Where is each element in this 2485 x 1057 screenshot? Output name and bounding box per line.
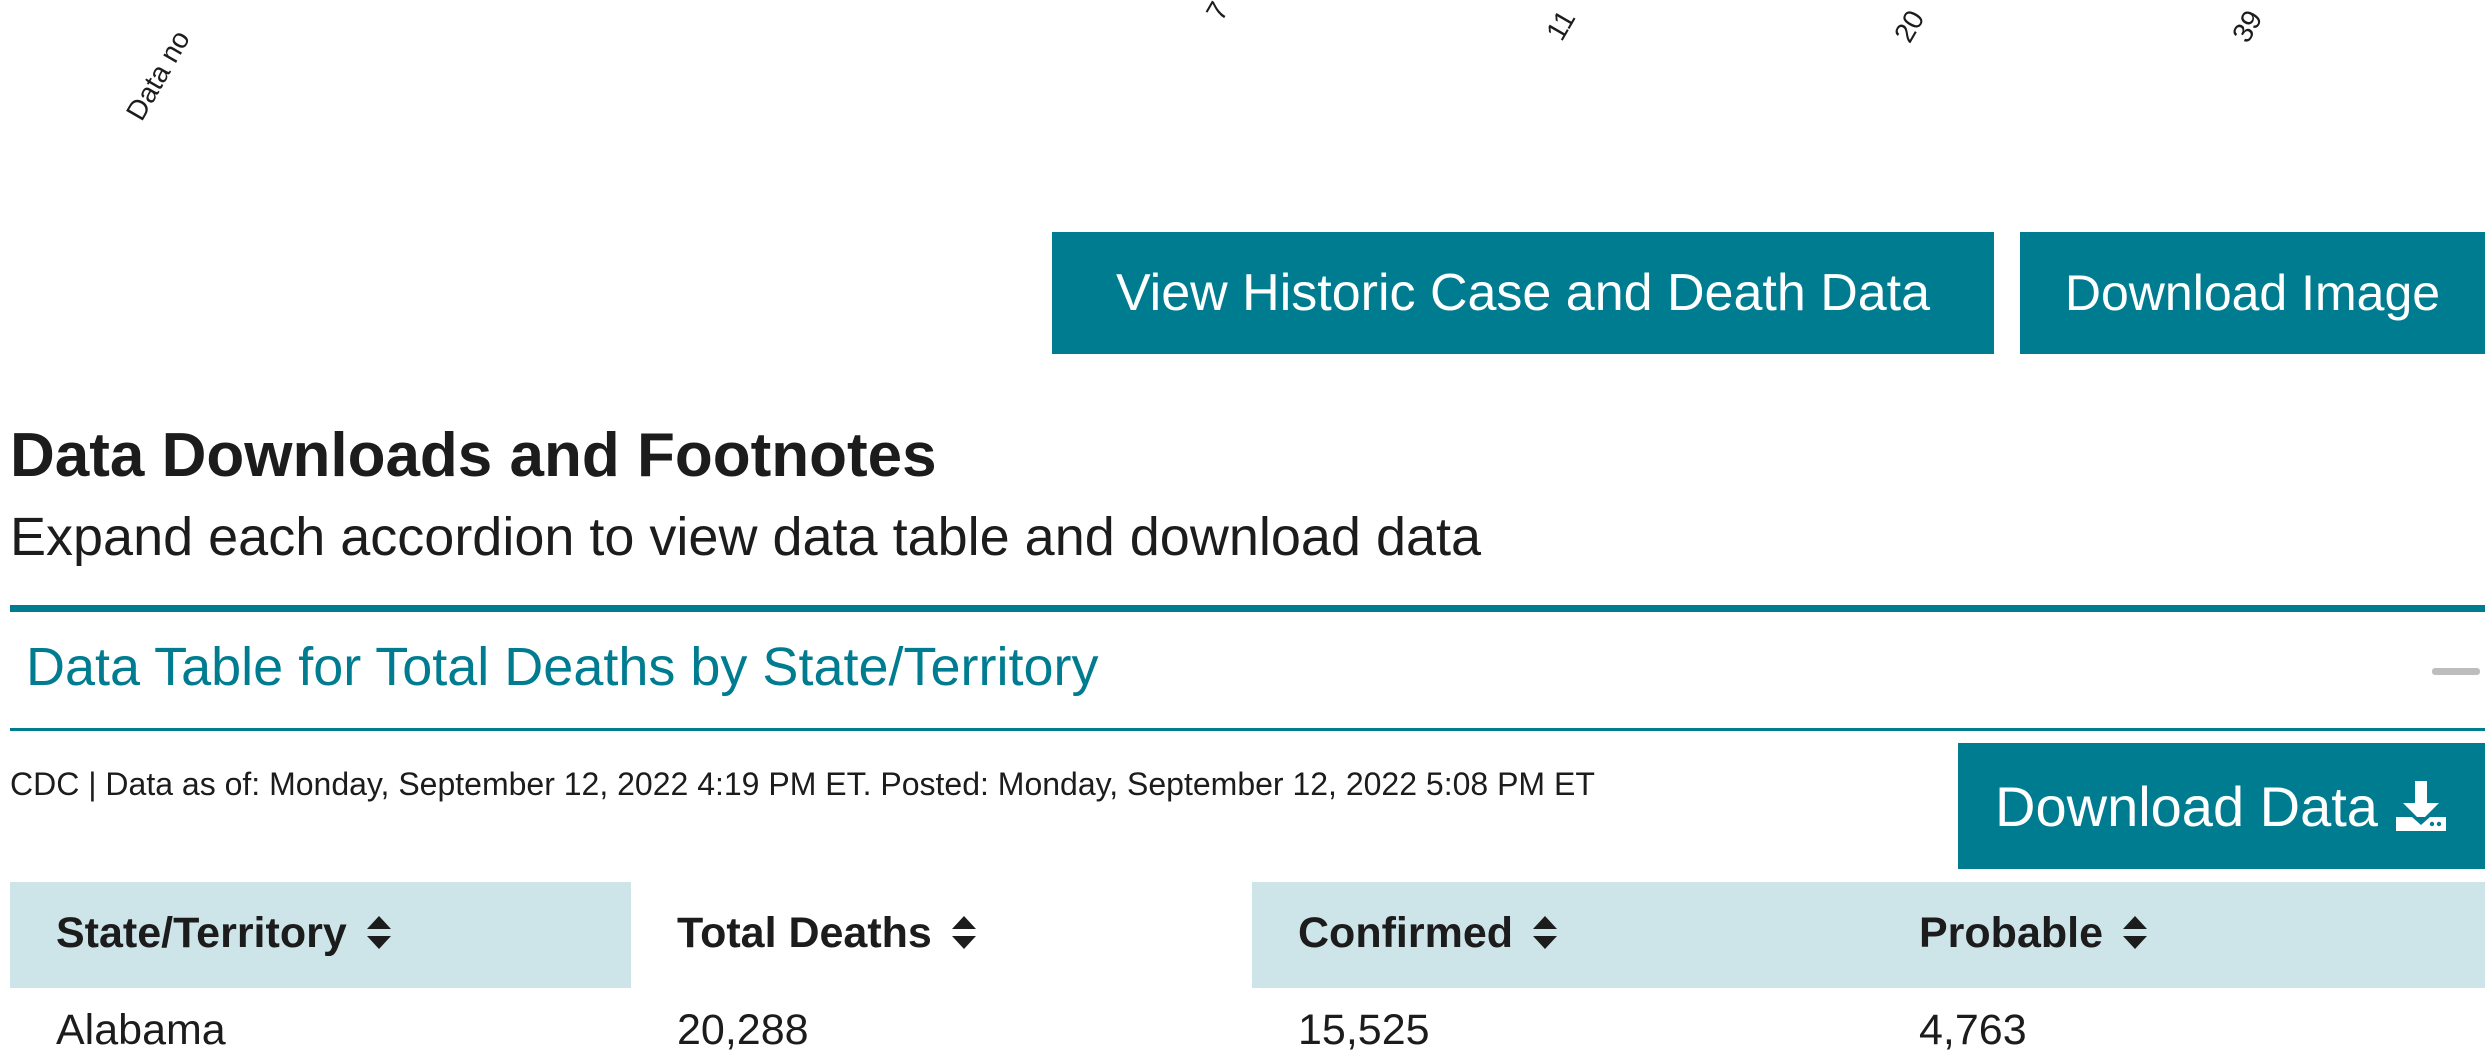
data-timestamp: CDC | Data as of: Monday, September 12, … [10, 766, 1595, 802]
column-header-confirmed[interactable]: Confirmed [1252, 882, 1873, 988]
cell-state: Alabama [56, 1006, 226, 1054]
page: Data no 7 11 20 39 View Historic Case an… [0, 0, 2485, 1057]
sort-icon[interactable] [951, 912, 976, 961]
cell-probable: 4,763 [1919, 1006, 2027, 1054]
legend-label-2: 11 [1540, 4, 1582, 46]
download-data-button[interactable]: Download Data [1958, 743, 2485, 869]
cell-total-deaths: 20,288 [677, 1006, 809, 1054]
legend-label-4: 39 [2226, 5, 2269, 48]
section-title: Data Downloads and Footnotes [10, 421, 937, 490]
sort-icon[interactable] [2122, 912, 2147, 961]
download-data-label: Download Data [1995, 774, 2378, 838]
column-header-label: State/Territory [56, 909, 347, 958]
sort-icon[interactable] [1532, 912, 1557, 961]
table-header-row: State/Territory Total Deaths Confirmed P… [10, 882, 2485, 988]
deaths-data-table: State/Territory Total Deaths Confirmed P… [10, 882, 2485, 1057]
column-header-label: Probable [1919, 909, 2103, 958]
sort-icon[interactable] [366, 912, 391, 961]
minus-icon[interactable] [2432, 668, 2480, 675]
accordion-divider [10, 728, 2485, 731]
legend-label-1: 7 [1200, 0, 1235, 26]
section-subtitle: Expand each accordion to view data table… [10, 507, 1482, 567]
column-header-label: Total Deaths [677, 909, 932, 958]
accordion-top-border [10, 605, 2485, 612]
table-row: Alabama 20,288 15,525 4,763 [10, 988, 2485, 1057]
cell-confirmed: 15,525 [1298, 1006, 1430, 1054]
view-historic-data-button[interactable]: View Historic Case and Death Data [1052, 232, 1994, 354]
column-header-total-deaths[interactable]: Total Deaths [631, 882, 1252, 988]
accordion-toggle[interactable]: Data Table for Total Deaths by State/Ter… [26, 636, 1099, 698]
legend-label-3: 20 [1888, 5, 1931, 48]
column-header-state[interactable]: State/Territory [10, 882, 631, 988]
column-header-label: Confirmed [1298, 909, 1513, 958]
column-header-probable[interactable]: Probable [1873, 882, 2485, 988]
download-icon [2394, 779, 2448, 833]
legend-label-no-data: Data no [120, 25, 196, 126]
download-image-button[interactable]: Download Image [2020, 232, 2485, 354]
